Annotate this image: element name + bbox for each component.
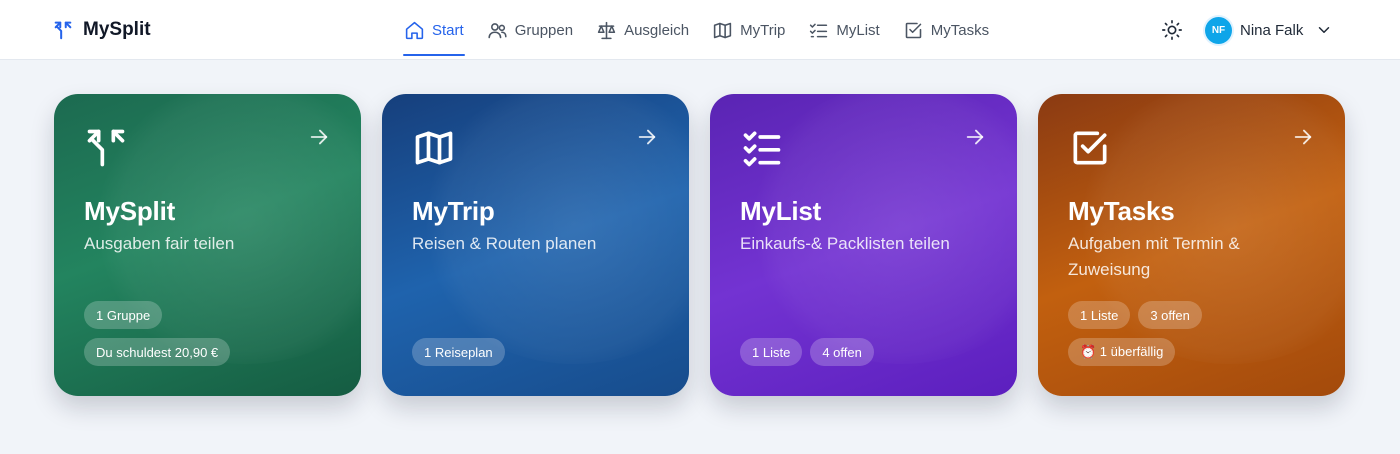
- sun-icon: [1162, 20, 1182, 40]
- split-arrow-icon: [54, 21, 72, 40]
- card-badges: 1 Liste 3 offen ⏰ 1 überfällig: [1068, 301, 1202, 366]
- arrow-right-icon: [308, 126, 330, 148]
- status-badge: 1 Liste: [1068, 301, 1131, 329]
- card-title: MyList: [740, 196, 822, 226]
- card-badges: 1 Liste 4 offen: [740, 338, 874, 366]
- status-badge: 4 offen: [810, 338, 874, 366]
- nav-item-mytasks[interactable]: MyTasks: [902, 0, 990, 60]
- list-check-icon: [810, 23, 828, 37]
- arrow-right-icon: [636, 126, 658, 148]
- app-cards: MySplit Ausgaben fair teilen 1 Gruppe Du…: [54, 94, 1345, 396]
- card-badges: 1 Gruppe Du schuldest 20,90 €: [84, 301, 231, 366]
- status-badge: 3 offen: [1138, 301, 1202, 329]
- nav-item-label: Start: [432, 21, 464, 39]
- arrow-right-icon: [964, 126, 986, 148]
- card-subtitle: Ausgaben fair teilen: [84, 234, 235, 253]
- status-badge: 1 Reiseplan: [412, 338, 505, 366]
- home-icon: [405, 21, 424, 39]
- nav-item-start[interactable]: Start: [403, 0, 465, 60]
- card-title: MyTasks: [1068, 196, 1175, 226]
- status-badge: 1 Liste: [740, 338, 803, 366]
- brand-name: MySplit: [83, 19, 151, 40]
- square-check-icon: [905, 22, 922, 38]
- nav-item-label: Gruppen: [514, 21, 574, 39]
- overdue-badge: ⏰ 1 überfällig: [1068, 338, 1176, 366]
- chevron-down-icon: [1319, 27, 1330, 33]
- nav-item-label: MyList: [836, 21, 880, 39]
- card-mytrip[interactable]: MyTrip Reisen & Routen planen 1 Reisepla…: [382, 94, 689, 396]
- user-name: Nina Falk: [1240, 21, 1304, 39]
- card-subtitle: Aufgaben mit Termin & Zuweisung: [1068, 234, 1240, 279]
- list-check-icon: [740, 126, 784, 170]
- top-navigation-bar: MySplit Start Gruppen Ausgleich MyTrip M…: [0, 0, 1400, 60]
- brand-logo[interactable]: MySplit: [52, 17, 151, 43]
- nav-item-label: MyTasks: [930, 21, 990, 39]
- nav-item-gruppen[interactable]: Gruppen: [486, 0, 574, 60]
- avatar: NF: [1205, 16, 1232, 44]
- scale-icon: [597, 21, 616, 39]
- main-nav: Start Gruppen Ausgleich MyTrip MyList My…: [403, 0, 990, 60]
- user-menu[interactable]: NF Nina Falk: [1205, 15, 1333, 45]
- nav-item-ausgleich[interactable]: Ausgleich: [595, 0, 690, 60]
- arrow-right-icon: [1292, 126, 1314, 148]
- card-title: MySplit: [84, 196, 176, 226]
- status-badge: Du schuldest 20,90 €: [84, 338, 231, 366]
- card-subtitle: Reisen & Routen planen: [412, 234, 597, 253]
- users-icon: [488, 22, 507, 38]
- card-subtitle: Einkaufs-& Packlisten teilen: [740, 234, 950, 253]
- square-check-icon: [1068, 126, 1112, 170]
- map-icon: [412, 126, 456, 170]
- status-badge: 1 Gruppe: [84, 301, 163, 329]
- nav-item-label: Ausgleich: [624, 21, 690, 39]
- card-badges: 1 Reiseplan: [412, 338, 505, 366]
- map-icon: [713, 22, 732, 38]
- nav-item-mytrip[interactable]: MyTrip: [711, 0, 786, 60]
- split-arrow-icon: [84, 126, 128, 170]
- card-title: MyTrip: [412, 196, 495, 226]
- card-mysplit[interactable]: MySplit Ausgaben fair teilen 1 Gruppe Du…: [54, 94, 361, 396]
- theme-toggle-button[interactable]: [1159, 17, 1185, 43]
- nav-item-label: MyTrip: [740, 21, 786, 39]
- nav-item-mylist[interactable]: MyList: [807, 0, 880, 60]
- card-mylist[interactable]: MyList Einkaufs-& Packlisten teilen 1 Li…: [710, 94, 1017, 396]
- card-mytasks[interactable]: MyTasks Aufgaben mit Termin & Zuweisung …: [1038, 94, 1345, 396]
